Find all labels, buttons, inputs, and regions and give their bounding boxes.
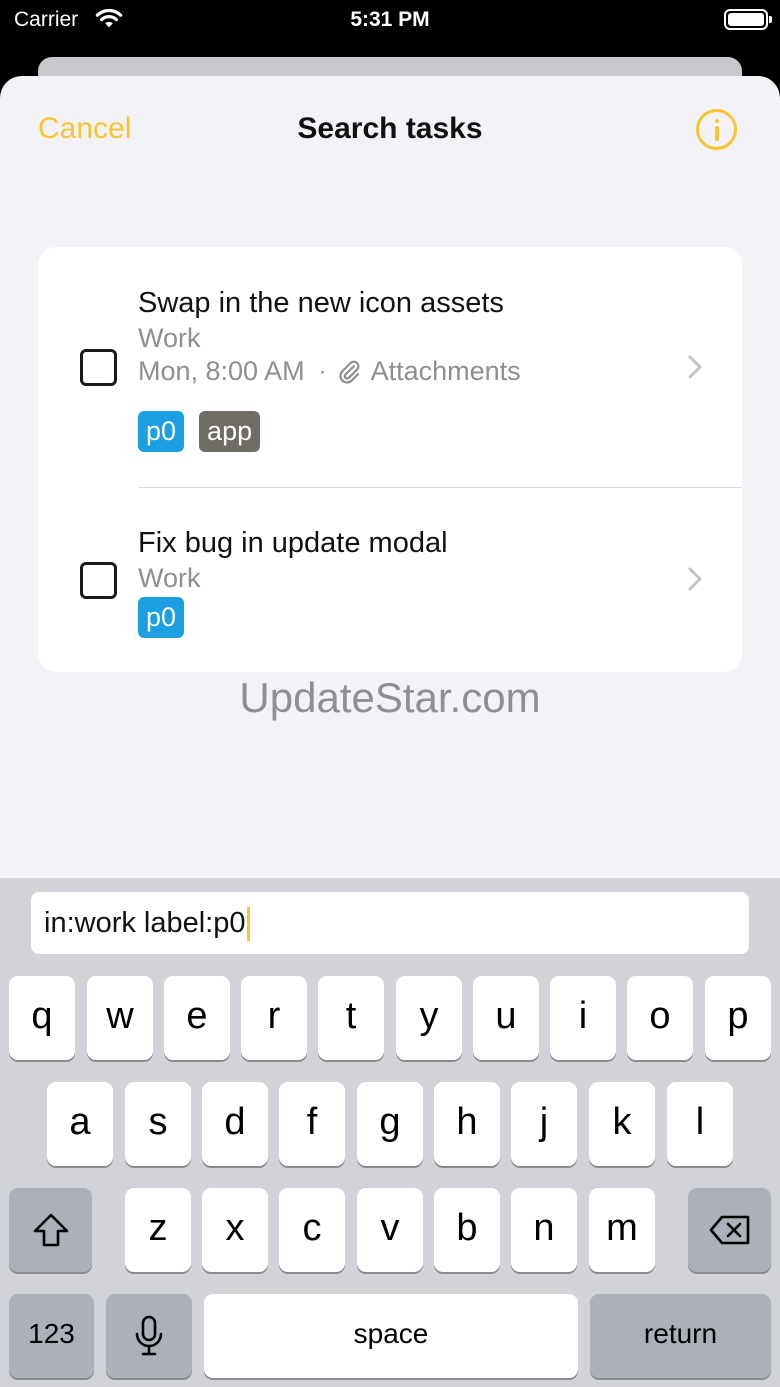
key-b[interactable]: b [434, 1188, 500, 1272]
backspace-icon [709, 1215, 749, 1245]
status-bar: Carrier 5:31 PM [0, 0, 780, 40]
task-checkbox[interactable] [80, 349, 117, 386]
task-project: Work [138, 563, 201, 593]
shift-key[interactable] [9, 1188, 92, 1272]
numbers-key[interactable]: 123 [9, 1294, 94, 1378]
task-checkbox[interactable] [80, 562, 117, 599]
key-w[interactable]: w [87, 976, 153, 1060]
page-title: Search tasks [297, 112, 483, 145]
key-c[interactable]: c [279, 1188, 345, 1272]
key-g[interactable]: g [357, 1082, 423, 1166]
keyboard: in:work label:p0 q w e r t y u i o p a s… [0, 878, 780, 1387]
key-n[interactable]: n [511, 1188, 577, 1272]
key-h[interactable]: h [434, 1082, 500, 1166]
delete-key[interactable] [688, 1188, 771, 1272]
dictation-key[interactable] [106, 1294, 192, 1378]
key-r[interactable]: r [241, 976, 307, 1060]
key-u[interactable]: u [473, 976, 539, 1060]
key-l[interactable]: l [667, 1082, 733, 1166]
text-caret [246, 907, 250, 942]
task-project: Work [138, 323, 201, 353]
key-x[interactable]: x [202, 1188, 268, 1272]
task-attachments: Attachments [370, 356, 521, 386]
key-a[interactable]: a [47, 1082, 113, 1166]
search-input[interactable]: in:work label:p0 [31, 892, 749, 954]
task-title: Swap in the new icon assets [138, 287, 504, 319]
key-m[interactable]: m [589, 1188, 655, 1272]
task-row[interactable]: Fix bug in update modal Work p0 [38, 487, 742, 672]
key-v[interactable]: v [357, 1188, 423, 1272]
microphone-icon [135, 1315, 163, 1356]
watermark: UpdateStar.com [239, 674, 541, 721]
key-d[interactable]: d [202, 1082, 268, 1166]
key-f[interactable]: f [279, 1082, 345, 1166]
label-badge-p0: p0 [138, 411, 185, 452]
key-s[interactable]: s [125, 1082, 191, 1166]
task-row[interactable]: Swap in the new icon assets Work Mon, 8:… [38, 247, 742, 487]
task-labels: p0 [138, 597, 185, 638]
key-o[interactable]: o [627, 976, 693, 1060]
task-list: Swap in the new icon assets Work Mon, 8:… [38, 247, 742, 672]
task-meta: Mon, 8:00 AM · Attachments [138, 356, 521, 387]
label-badge-app: app [199, 411, 261, 452]
info-icon[interactable] [696, 109, 737, 150]
key-p[interactable]: p [705, 976, 771, 1060]
key-i[interactable]: i [550, 976, 616, 1060]
search-sheet: Cancel Search tasks Swap in the new icon… [0, 76, 780, 1387]
key-y[interactable]: y [396, 976, 462, 1060]
chevron-right-icon [688, 355, 702, 379]
task-labels: p0 app [138, 411, 261, 452]
shift-arrow-icon [33, 1213, 68, 1247]
label-badge-p0: p0 [138, 597, 185, 638]
chevron-right-icon [688, 567, 702, 591]
search-query: in:work label:p0 [44, 907, 246, 939]
battery-icon [724, 9, 772, 30]
key-k[interactable]: k [589, 1082, 655, 1166]
task-title: Fix bug in update modal [138, 527, 448, 559]
status-time: 5:31 PM [350, 8, 430, 31]
paperclip-icon [338, 360, 360, 384]
key-j[interactable]: j [511, 1082, 577, 1166]
key-e[interactable]: e [164, 976, 230, 1060]
meta-separator: · [318, 357, 327, 385]
return-key[interactable]: return [590, 1294, 771, 1378]
key-z[interactable]: z [125, 1188, 191, 1272]
space-key[interactable]: space [204, 1294, 578, 1378]
key-t[interactable]: t [318, 976, 384, 1060]
task-due-date: Mon, 8:00 AM [138, 356, 305, 386]
key-q[interactable]: q [9, 976, 75, 1060]
